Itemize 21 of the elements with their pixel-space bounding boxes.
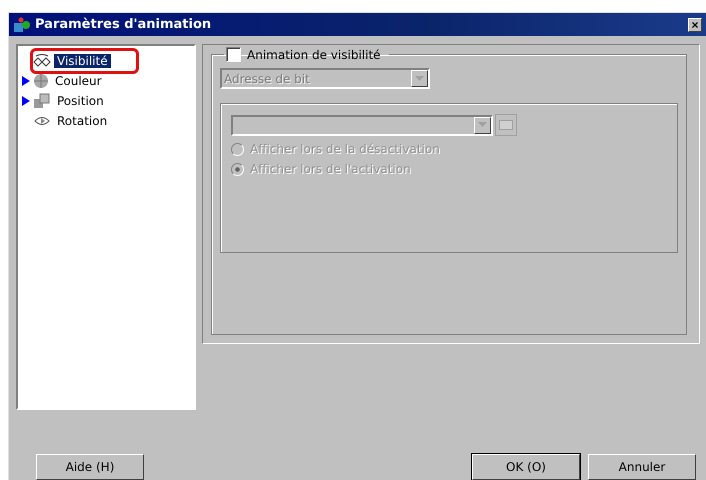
app-icon: [13, 16, 31, 32]
keypad-icon: [499, 120, 513, 130]
expand-arrow-icon[interactable]: [22, 96, 30, 106]
checkbox[interactable]: [226, 47, 241, 62]
close-button[interactable]: ×: [688, 18, 702, 32]
rotate-icon: [33, 114, 51, 128]
glasses-icon: [33, 54, 51, 68]
checkbox-label: Animation de visibilité: [247, 48, 381, 62]
window-title: Paramètres d'animation: [35, 17, 212, 32]
palette-icon: [33, 73, 49, 89]
help-button[interactable]: Aide (H): [36, 454, 144, 480]
ok-button[interactable]: OK (O): [472, 454, 580, 480]
cancel-button[interactable]: Annuler: [588, 454, 696, 480]
tree-item[interactable]: Visibilité: [54, 54, 111, 68]
expand-arrow-icon[interactable]: [22, 76, 30, 86]
caret-icon: [478, 122, 487, 128]
boxes-icon: [33, 93, 51, 109]
tree-item[interactable]: Rotation: [54, 114, 110, 128]
tree-item[interactable]: Couleur: [52, 74, 105, 88]
caret-icon: [415, 76, 424, 82]
tree-item[interactable]: Position: [54, 94, 107, 108]
